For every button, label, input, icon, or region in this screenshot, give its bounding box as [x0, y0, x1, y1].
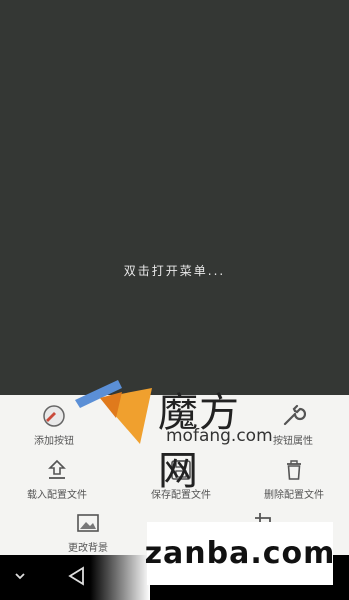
- load-config-label: 载入配置文件: [27, 490, 87, 501]
- touch-canvas[interactable]: 双击打开菜单...: [0, 0, 349, 395]
- add-button-label: 添加按钮: [34, 436, 74, 447]
- add-button-icon: [41, 403, 67, 429]
- change-background-label: 更改背景: [68, 543, 108, 554]
- double-tap-hint: 双击打开菜单...: [123, 264, 226, 278]
- trash-icon: [281, 457, 307, 483]
- chevron-down-icon: [13, 568, 27, 587]
- load-config-item[interactable]: 载入配置文件: [27, 457, 87, 501]
- mofang-logo-icon: [75, 380, 152, 444]
- image-icon: [75, 510, 101, 536]
- mofang-watermark: 魔方网 mofang.com: [70, 378, 280, 494]
- upload-icon: [44, 457, 70, 483]
- add-button-item[interactable]: 添加按钮: [34, 403, 74, 447]
- wrench-icon: [280, 403, 306, 429]
- back-button[interactable]: [60, 555, 94, 600]
- zanba-watermark: zanba.com: [145, 522, 334, 585]
- back-icon: [66, 565, 88, 591]
- mofang-domain-text: mofang.com: [166, 426, 273, 446]
- change-background-item[interactable]: 更改背景: [68, 510, 108, 554]
- nav-gradient-overlay: [90, 555, 150, 600]
- hide-keyboard-button[interactable]: [8, 555, 32, 600]
